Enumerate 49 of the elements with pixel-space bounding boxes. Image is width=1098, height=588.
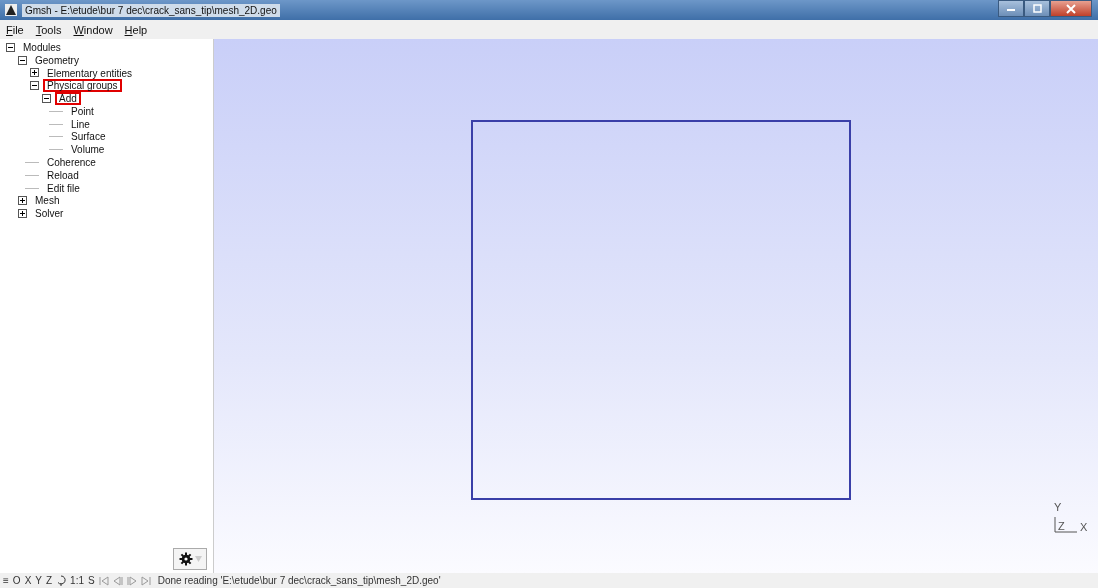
axes-icon [1054, 517, 1078, 533]
options-button[interactable] [173, 548, 207, 570]
menu-item[interactable]: Help [124, 23, 148, 36]
close-button[interactable] [1050, 0, 1092, 17]
tree-item[interactable]: Physical groups [43, 79, 122, 93]
status-button[interactable]: Z [45, 575, 53, 586]
tree-item[interactable]: Volume [67, 143, 109, 157]
window-title: Gmsh - E:\etude\bur 7 dec\crack_sans_tip\mesh_2D.geo [22, 3, 280, 17]
expander-icon[interactable] [6, 42, 15, 52]
tree-item[interactable]: Mesh [31, 194, 64, 208]
status-button[interactable]: O [12, 575, 21, 586]
tree-item[interactable]: Add [55, 92, 81, 106]
gear-icon [178, 552, 193, 566]
tree-item[interactable]: Elementary entities [43, 66, 137, 80]
rotate-icon[interactable] [56, 575, 67, 586]
tree-item[interactable]: Line [67, 117, 94, 131]
expander-icon[interactable] [18, 55, 27, 65]
menu-item[interactable]: Window [73, 23, 113, 36]
status-button[interactable]: S [88, 575, 95, 586]
caret-icon [194, 556, 202, 562]
status-button[interactable]: ≡ [3, 575, 9, 586]
axis-label: Z [1058, 520, 1065, 532]
axis-label: X [1080, 521, 1088, 533]
expander-icon[interactable] [18, 196, 27, 206]
tree-item[interactable]: Solver [31, 207, 68, 221]
expander-icon[interactable] [18, 209, 27, 219]
status-message: Done reading 'E:\etude\bur 7 dec\crack_sans_tip\mesh_2D.geo' [157, 575, 441, 586]
tree-item[interactable]: Point [67, 104, 98, 118]
tree-item[interactable]: Reload [43, 168, 83, 182]
tree-item[interactable]: Coherence [43, 156, 100, 170]
tree-item[interactable]: Geometry [31, 53, 83, 67]
app-icon [5, 4, 17, 16]
minimize-button[interactable] [998, 0, 1024, 17]
status-button[interactable]: X [24, 575, 32, 586]
tree-item[interactable]: Edit file [43, 181, 84, 195]
expander-icon[interactable] [30, 81, 39, 91]
status-button[interactable]: 1:1 [70, 575, 84, 586]
expander-icon[interactable] [42, 94, 51, 104]
close-icon [1066, 3, 1076, 14]
expander-icon[interactable] [30, 68, 39, 78]
tree-item[interactable]: Modules [19, 40, 65, 54]
maximize-icon [1032, 3, 1042, 14]
maximize-button[interactable] [1024, 0, 1050, 17]
tree-item[interactable]: Surface [67, 130, 110, 144]
axis-label: Y [1054, 501, 1062, 513]
graphics-viewport[interactable]: Y Z X [214, 39, 1098, 573]
menu-item[interactable]: Tools [35, 23, 62, 36]
status-button[interactable]: Y [35, 575, 42, 586]
menu-item[interactable]: File [6, 23, 24, 36]
